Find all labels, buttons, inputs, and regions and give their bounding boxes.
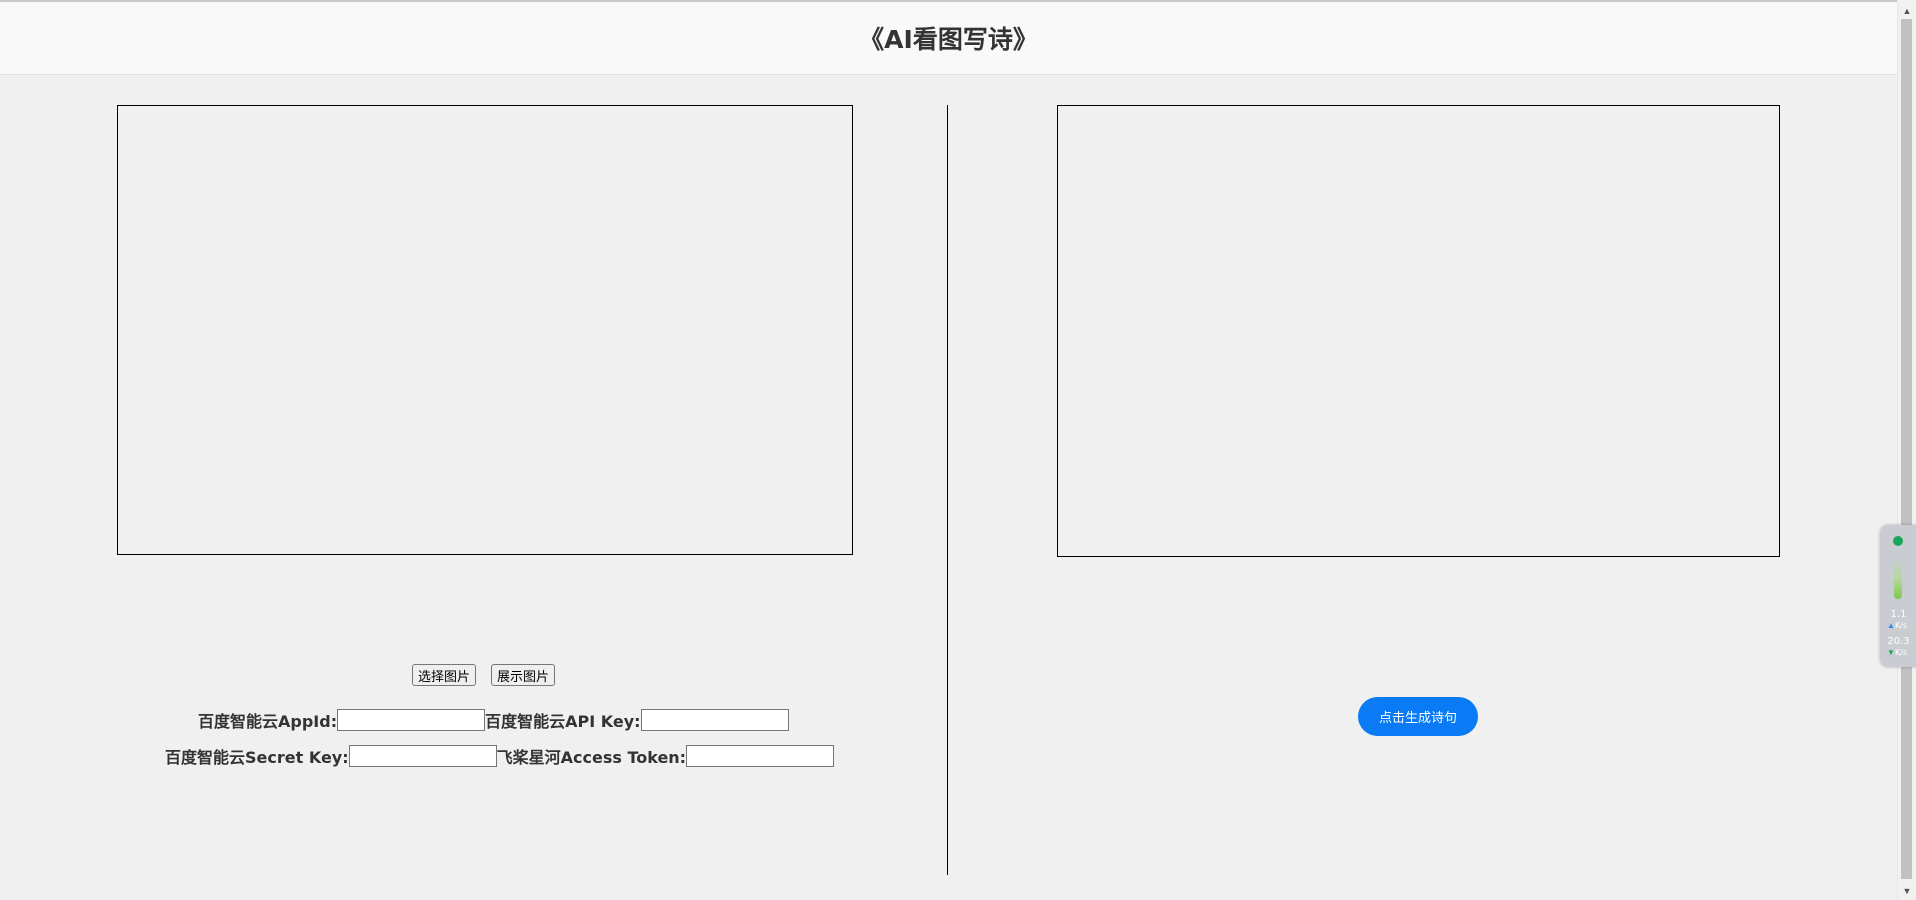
token-label: 飞桨星河Access Token:	[496, 748, 687, 767]
poem-output-area	[1057, 105, 1780, 557]
appid-label: 百度智能云AppId:	[198, 712, 338, 731]
select-image-button[interactable]: 选择图片	[412, 664, 477, 686]
image-button-row: 选择图片 展示图片	[412, 664, 556, 686]
network-speed-widget[interactable]: 1.1 ▲ K/s 20.3 ▼ K/s	[1881, 525, 1916, 667]
scrollbar-thumb[interactable]	[1901, 19, 1912, 879]
page: 《AI看图写诗》 选择图片 展示图片 百度智能云AppId: 百度智能云API …	[0, 0, 1916, 900]
download-speed-unit: K/s	[1894, 648, 1908, 657]
generate-poem-button[interactable]: 点击生成诗句	[1358, 697, 1478, 736]
secretkey-input[interactable]	[348, 745, 497, 767]
secretkey-label: 百度智能云Secret Key:	[165, 748, 349, 767]
appid-input[interactable]	[337, 709, 486, 731]
apikey-input[interactable]	[640, 709, 789, 731]
upload-speed-value: 1.1	[1890, 609, 1907, 620]
scroll-up-arrow-icon[interactable]: ▲	[1898, 2, 1916, 19]
page-title: 《AI看图写诗》	[859, 25, 1038, 54]
vertical-divider	[947, 105, 948, 875]
header: 《AI看图写诗》	[0, 2, 1897, 75]
status-dot-icon	[1893, 536, 1903, 546]
usage-bar-icon	[1894, 561, 1902, 599]
image-preview-area	[117, 105, 853, 555]
show-image-button[interactable]: 展示图片	[491, 664, 556, 686]
scroll-down-arrow-icon[interactable]: ▼	[1898, 882, 1916, 899]
apikey-label: 百度智能云API Key:	[485, 712, 641, 731]
vertical-scrollbar[interactable]: ▲ ▼	[1897, 0, 1916, 900]
credentials-row-2: 百度智能云Secret Key: 飞桨星河Access Token:	[165, 744, 835, 768]
download-speed-value: 20.3	[1887, 636, 1910, 647]
upload-speed-unit: K/s	[1894, 621, 1908, 630]
credentials-row-1: 百度智能云AppId: 百度智能云API Key:	[198, 708, 789, 732]
token-input[interactable]	[686, 745, 835, 767]
